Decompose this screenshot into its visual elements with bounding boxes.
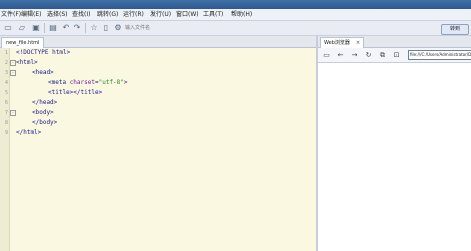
code-text: </html>	[16, 129, 42, 136]
undo-icon[interactable]: ↶	[61, 23, 71, 33]
menu-file[interactable]: 文件(F)	[1, 9, 21, 20]
browser-nav-bar: ▭ ← → ↻ ⧉ ⊡	[318, 48, 471, 63]
line-number: 3	[4, 70, 8, 76]
code-text: </body>	[32, 119, 58, 126]
line-number: 8	[4, 120, 8, 126]
refresh-icon[interactable]: ↻	[364, 50, 373, 60]
line-number: 7	[4, 110, 8, 116]
save-all-icon[interactable]: ▤	[48, 23, 58, 33]
forward-arrow-icon[interactable]: →	[350, 50, 359, 60]
window-title-bar	[0, 0, 471, 9]
code-text: <html>	[16, 59, 38, 66]
code-line: 2 - <html>	[0, 58, 316, 68]
menu-window[interactable]: 窗口(W)	[176, 9, 199, 20]
code-editor[interactable]: 1 <!DOCTYPE html> 2 - <html> 3 - <head> …	[0, 48, 316, 251]
line-number: 6	[4, 100, 8, 106]
browser-tab-label: Web浏览器	[324, 40, 350, 46]
code-line: 4 <meta charset="utf-8">	[0, 78, 316, 88]
line-number: 1	[4, 50, 8, 56]
line-number: 4	[4, 80, 8, 86]
go-button[interactable]: 转到	[441, 24, 469, 35]
menu-find[interactable]: 查找(I)	[72, 9, 90, 20]
code-line: 6 </head>	[0, 98, 316, 108]
menu-bar: 文件(F) 编辑(E) 选择(S) 查找(I) 跳转(G) 运行(R) 发行(U…	[0, 9, 471, 21]
screen-icon[interactable]: ▭	[322, 50, 331, 60]
menu-select[interactable]: 选择(S)	[47, 9, 68, 20]
toolbar: ▭ ▱ ▣ ▤ ↶ ↷ ☆ ▯ ⚙ 转到	[0, 21, 471, 36]
menu-help[interactable]: 帮助(H)	[231, 9, 252, 20]
toolbar-divider	[44, 23, 45, 33]
code-line: 1 <!DOCTYPE html>	[0, 48, 316, 58]
line-number: 2	[4, 60, 8, 66]
code-line: 5 <title></title>	[0, 88, 316, 98]
fold-toggle-icon[interactable]: -	[10, 110, 16, 116]
address-input[interactable]	[125, 23, 313, 32]
code-text: <body>	[32, 109, 54, 116]
copy-icon[interactable]: ⧉	[378, 50, 387, 60]
close-icon[interactable]: ×	[356, 40, 360, 46]
document-icon[interactable]: ▯	[101, 23, 111, 33]
code-text: <meta charset="utf-8">	[48, 79, 128, 86]
browser-tab-bar: Web浏览器 ×	[318, 36, 471, 48]
code-text: <head>	[32, 69, 54, 76]
code-line: 3 - <head>	[0, 68, 316, 78]
back-arrow-icon[interactable]: ←	[336, 50, 345, 60]
save-icon[interactable]: ▣	[31, 23, 41, 33]
menu-publish[interactable]: 发行(U)	[150, 9, 171, 20]
star-icon[interactable]: ☆	[89, 23, 99, 33]
code-text: </head>	[32, 99, 58, 106]
settings-icon[interactable]: ⚙	[113, 23, 123, 33]
code-text: <!DOCTYPE html>	[16, 49, 71, 56]
editor-tab-bar: new_file.html	[0, 36, 316, 48]
fold-toggle-icon[interactable]: -	[10, 70, 16, 76]
line-number: 5	[4, 90, 8, 96]
menu-edit[interactable]: 编辑(E)	[21, 9, 41, 20]
tab-new-file[interactable]: new_file.html	[1, 37, 45, 48]
line-number: 9	[4, 130, 8, 136]
lock-icon[interactable]: ⊡	[392, 50, 401, 60]
code-line: 8 </body>	[0, 118, 316, 128]
menu-goto[interactable]: 跳转(G)	[97, 9, 118, 20]
menu-tools[interactable]: 工具(T)	[203, 9, 223, 20]
code-text: <title></title>	[48, 89, 103, 96]
toolbar-divider	[85, 23, 86, 33]
redo-icon[interactable]: ↷	[72, 23, 82, 33]
menu-run[interactable]: 运行(R)	[123, 9, 144, 20]
open-folder-icon[interactable]: ▱	[17, 23, 27, 33]
code-line: 9 </html>	[0, 128, 316, 138]
code-line: 7 - <body>	[0, 108, 316, 118]
tab-web-browser[interactable]: Web浏览器 ×	[320, 37, 365, 48]
new-file-icon[interactable]: ▭	[3, 23, 13, 33]
url-field[interactable]	[408, 50, 471, 60]
browser-viewport[interactable]	[318, 63, 471, 251]
